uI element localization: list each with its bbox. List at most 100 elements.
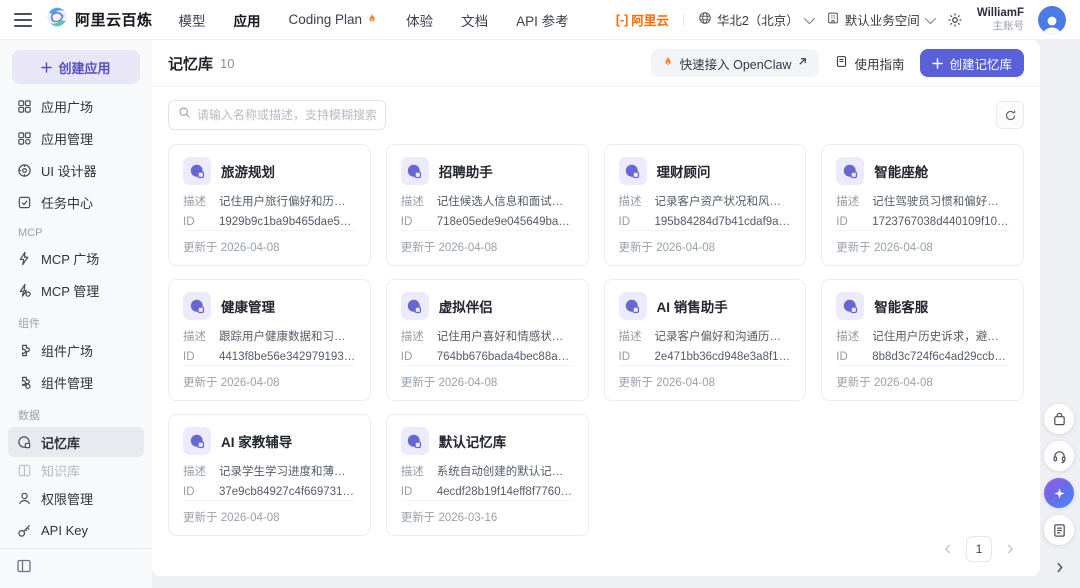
memory-card[interactable]: 虚拟伴侣 描述 记住用户喜好和情感状态，建立长... ID 764bb676ba… <box>385 279 589 401</box>
product-name: 阿里云百炼 <box>75 12 153 29</box>
sidebar-item-mcp-plaza[interactable]: MCP 广场 <box>8 243 144 273</box>
sidebar-item-ui-designer[interactable]: UI 设计器 <box>8 155 144 185</box>
memory-card[interactable]: 智能客服 描述 记住用户历史诉求，避免重复询问... ID 8b8d3c724f… <box>821 279 1024 401</box>
memory-card[interactable]: 旅游规划 描述 记住用户旅行偏好和历史行程，推... ID 1929b9c1ba… <box>168 144 371 266</box>
nav-api-reference[interactable]: API 参考 <box>516 10 569 30</box>
memory-card-title: 旅游规划 <box>221 165 275 180</box>
desc-label: 描述 <box>183 331 206 343</box>
nav-apps[interactable]: 应用 <box>234 10 261 30</box>
sidebar-item-task-center[interactable]: 任务中心 <box>8 187 144 217</box>
id-label: ID <box>183 350 195 363</box>
sidebar-item-app-manage[interactable]: 应用管理 <box>8 123 144 153</box>
ai-assistant-button[interactable] <box>1044 478 1074 508</box>
sidebar-section-mcp: MCP <box>18 227 43 239</box>
id-label: ID <box>400 485 413 498</box>
memory-card-icon <box>400 292 429 320</box>
sidebar-item-api-key[interactable]: API Key <box>8 515 144 545</box>
id-label: ID <box>183 485 195 498</box>
prev-page-icon[interactable] <box>942 543 954 555</box>
memory-card-desc: 记住用户喜好和情感状态，建立长... <box>436 331 574 343</box>
memory-card-title: 智能客服 <box>874 300 929 315</box>
create-app-button[interactable]: 创建应用 <box>12 50 140 84</box>
memory-card[interactable]: 默认记忆库 描述 系统自动创建的默认记忆库 ID 4ecdf28b19f14ef… <box>385 414 589 536</box>
sidebar-footer <box>0 548 152 588</box>
memory-card-grid: 旅游规划 描述 记住用户旅行偏好和历史行程，推... ID 1929b9c1ba… <box>152 142 1040 536</box>
memory-card-id: 8b8d3c724f6c4ad29ccbd33... <box>872 350 1009 363</box>
quick-access-openclaw-button[interactable]: 快速接入 OpenClaw <box>650 49 820 77</box>
memory-card-updated: 更新于 2026-04-08 <box>618 230 792 255</box>
memory-card-title: AI 家教辅导 <box>221 435 293 450</box>
memory-card-updated: 更新于 2026-04-08 <box>836 230 1009 255</box>
memory-card-title: 健康管理 <box>221 300 275 315</box>
product-logo[interactable]: 阿里云百炼 <box>46 6 153 33</box>
memory-card-icon <box>400 427 429 455</box>
search-box[interactable] <box>168 100 386 130</box>
hamburger-menu-icon[interactable] <box>14 12 32 27</box>
create-memory-button[interactable]: 创建记忆库 <box>920 49 1024 77</box>
memory-card-title: AI 销售助手 <box>656 300 728 315</box>
collapse-rail-icon[interactable] <box>1044 552 1074 582</box>
memory-card[interactable]: AI 销售助手 描述 记录客户偏好和沟通历史，精准推... ID 2e471bb… <box>603 279 807 401</box>
orders-bag-icon[interactable] <box>1044 404 1074 434</box>
id-label: ID <box>618 350 631 363</box>
nav-playground[interactable]: 体验 <box>406 10 433 30</box>
memory-card-desc: 记录学生学习进度和薄弱知识点，... <box>219 466 356 478</box>
memory-card-updated: 更新于 2026-04-08 <box>183 500 356 525</box>
docs-icon[interactable] <box>1044 515 1074 545</box>
memory-card-id: 1723767038d440109f1060f... <box>872 215 1009 228</box>
page-title: 记忆库 <box>168 55 214 73</box>
sidebar-item-permissions[interactable]: 权限管理 <box>8 483 144 513</box>
sidebar-item-mcp-manage[interactable]: MCP 管理 <box>8 275 144 305</box>
memory-card-title: 招聘助手 <box>438 165 493 180</box>
settings-gear-icon[interactable] <box>947 12 963 28</box>
user-info[interactable]: WilliamF 主账号 <box>977 6 1024 34</box>
memory-card[interactable]: 理财顾问 描述 记录客户资产状况和风险偏好，定... ID 195b84284d… <box>603 144 807 266</box>
memory-icon <box>18 435 31 448</box>
pagination: 1 <box>152 536 1040 576</box>
memory-card-id: 764bb676bada4bec88a012c... <box>436 350 574 363</box>
memory-card[interactable]: AI 家教辅导 描述 记录学生学习进度和薄弱知识点，... ID 37e9cb8… <box>168 414 371 536</box>
memory-card[interactable]: 健康管理 描述 跟踪用户健康数据和习惯，提供个... ID 4413f8be56… <box>168 279 371 401</box>
region-selector[interactable]: 华北2（北京） <box>698 10 815 29</box>
lightning-icon <box>19 251 29 265</box>
memory-card-desc: 跟踪用户健康数据和习惯，提供个... <box>219 331 356 343</box>
memory-card-desc: 记住候选人信息和面试历史，辅助... <box>436 196 574 208</box>
memory-card-icon <box>836 292 865 320</box>
id-label: ID <box>836 350 848 363</box>
id-label: ID <box>183 215 195 228</box>
refresh-button[interactable] <box>996 101 1024 129</box>
top-nav: 模型 应用 Coding Plan 体验 文档 API 参考 <box>179 10 569 30</box>
nav-coding-plan[interactable]: Coding Plan <box>289 12 379 28</box>
collapse-sidebar-icon[interactable] <box>16 558 32 574</box>
aliyun-logo[interactable]: [-] 阿里云 <box>616 10 669 29</box>
memory-card-desc: 记录客户偏好和沟通历史，精准推... <box>654 331 792 343</box>
memory-card[interactable]: 招聘助手 描述 记住候选人信息和面试历史，辅助... ID 718e05ede9… <box>385 144 589 266</box>
sidebar-item-memory[interactable]: 记忆库 <box>8 427 144 457</box>
support-headset-icon[interactable] <box>1044 441 1074 471</box>
sidebar-item-component-manage[interactable]: 组件管理 <box>8 367 144 397</box>
sidebar-section-data: 数据 <box>18 410 40 422</box>
sidebar-item-knowledge[interactable]: 知识库 <box>8 459 144 481</box>
puzzle-gear-icon <box>22 376 31 389</box>
sidebar-item-component-plaza[interactable]: 组件广场 <box>8 335 144 365</box>
desc-label: 描述 <box>400 331 424 343</box>
avatar[interactable] <box>1038 5 1066 34</box>
sidebar-item-app-plaza[interactable]: 应用广场 <box>8 91 144 121</box>
nav-models[interactable]: 模型 <box>179 10 206 30</box>
memory-card-updated: 更新于 2026-04-08 <box>183 230 356 255</box>
sidebar: 创建应用 应用广场 应用管理 UI 设计器 任务中心 MCP MCP 广场 MC… <box>0 40 152 588</box>
search-input[interactable] <box>197 108 376 122</box>
desc-label: 描述 <box>400 196 424 208</box>
nav-docs[interactable]: 文档 <box>461 10 488 30</box>
sidebar-section-component: 组件 <box>18 318 40 330</box>
user-name: WilliamF <box>976 6 1024 19</box>
memory-card[interactable]: 智能座舱 描述 记住驾驶员习惯和偏好，主动调节... ID 1723767038… <box>821 144 1024 266</box>
next-page-icon[interactable] <box>1004 543 1016 555</box>
usage-guide-button[interactable]: 使用指南 <box>835 54 904 73</box>
lightning-gear-icon <box>19 283 31 297</box>
page-number[interactable]: 1 <box>966 536 992 562</box>
desc-label: 描述 <box>836 331 860 343</box>
external-link-icon <box>797 56 808 70</box>
memory-card-updated: 更新于 2026-04-08 <box>400 365 574 390</box>
workspace-selector[interactable]: 默认业务空间 <box>826 10 936 29</box>
